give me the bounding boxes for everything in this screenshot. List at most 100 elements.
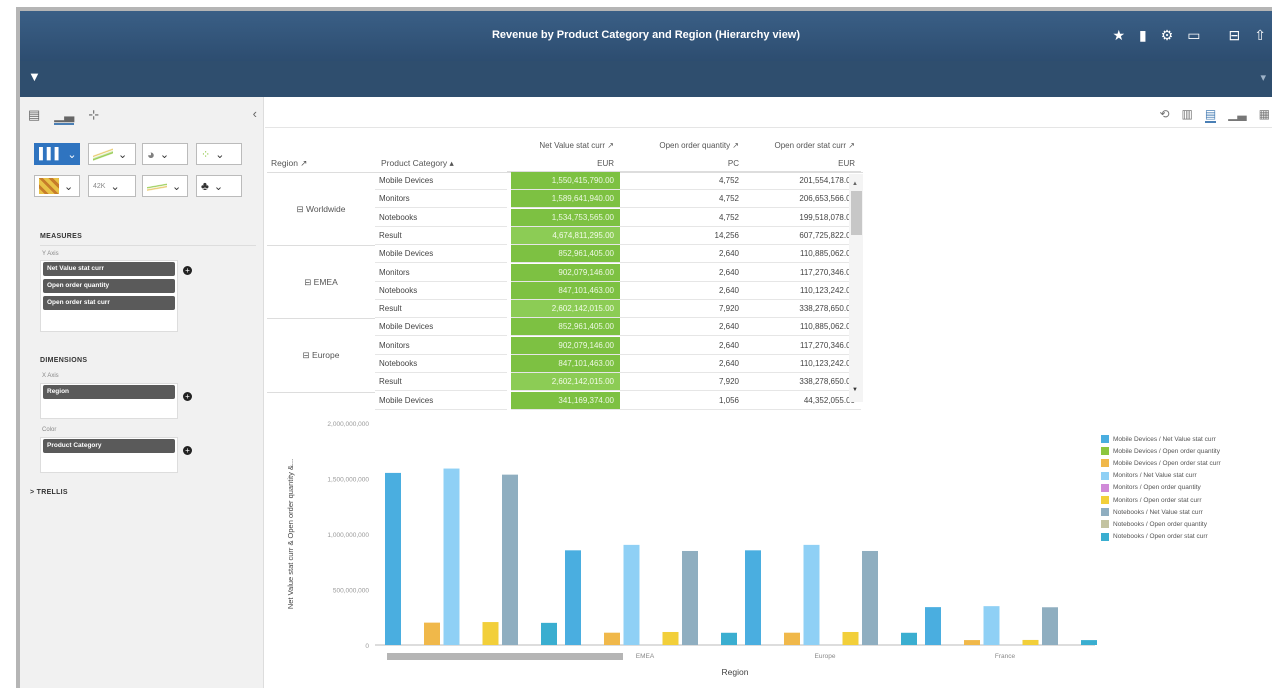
chart-scrollbar[interactable] — [387, 653, 623, 660]
grid-view-icon[interactable]: ▦ — [1259, 107, 1270, 123]
measures-drop-zone[interactable]: Net Value stat curr Open order quantity … — [40, 260, 178, 332]
category-cell: Result — [375, 300, 507, 319]
chart-type-tree-button[interactable]: ♣ ⌄ — [196, 175, 242, 197]
scroll-up-icon[interactable]: ▲ — [852, 181, 860, 187]
measures-section-title: MEASURES — [40, 233, 83, 240]
chart-view-icon[interactable]: ▁▃ — [1228, 107, 1246, 123]
chart-icon[interactable]: ▁▃ — [54, 107, 75, 125]
dimensions-drop-zone[interactable]: Region — [40, 383, 178, 419]
measure-pill[interactable]: Open order stat curr — [43, 296, 175, 310]
legend-label: Notebooks / Open order quantity — [1113, 520, 1207, 528]
open-order-cell: 338,278,650.00 — [745, 300, 861, 319]
color-drop-zone[interactable]: Product Category — [40, 437, 178, 473]
region-cell[interactable]: ⊟ EMEA — [267, 245, 375, 318]
bookmark-icon[interactable]: ▮ — [1139, 27, 1147, 44]
crosstab-table: Net Value stat curr ↗ Open order quantity… — [267, 129, 863, 410]
chart-type-area-button[interactable]: ⌄ — [142, 175, 188, 197]
settings-icon[interactable]: ⊹ — [88, 107, 99, 125]
bar — [721, 632, 737, 645]
filter-small-icon[interactable]: ▾ — [1260, 71, 1266, 84]
add-color-icon[interactable]: + — [183, 446, 192, 455]
category-cell: Mobile Devices — [375, 172, 507, 190]
bar — [925, 607, 941, 645]
sheet-icon[interactable]: ⊟ — [1229, 27, 1241, 44]
quantity-cell: 14,256 — [620, 227, 745, 245]
row-header-region[interactable]: Region ↗ — [267, 155, 367, 172]
legend-item[interactable]: Mobile Devices / Open order quantity — [1101, 445, 1272, 457]
window-icon[interactable]: ▭ — [1187, 27, 1200, 44]
legend-item[interactable]: Monitors / Open order quantity — [1101, 482, 1272, 494]
star-icon[interactable]: ★ — [1112, 27, 1125, 44]
legend-item[interactable]: Notebooks / Open order stat curr — [1101, 531, 1272, 543]
columns-icon[interactable]: ▥ — [1182, 107, 1193, 123]
refresh-icon[interactable]: ⟲ — [1159, 107, 1169, 123]
bar-chart-icon: ▌▌▌ — [39, 148, 63, 160]
share-icon[interactable]: ⇧ — [1254, 27, 1266, 44]
quantity-cell: 7,920 — [620, 373, 745, 392]
table-chart-view-icon[interactable]: ▤ — [1204, 107, 1217, 123]
legend-item[interactable]: Mobile Devices / Open order stat curr — [1101, 457, 1272, 469]
chart-type-pie-button[interactable]: ◕ ⌄ — [142, 143, 188, 165]
net-value-cell: 852,961,405.00 — [511, 318, 620, 337]
legend-item[interactable]: Notebooks / Open order quantity — [1101, 518, 1272, 530]
legend-label: Monitors / Net Value stat curr — [1113, 472, 1197, 480]
table-icon[interactable]: ▤ — [28, 107, 40, 125]
add-dimension-icon[interactable]: + — [183, 392, 192, 401]
chart-legend: Mobile Devices / Net Value stat curr Mobi… — [1101, 433, 1272, 543]
bar — [842, 631, 859, 645]
left-panel-tabs: ▤ ▁▃ ⊹ — [28, 107, 99, 125]
legend-item[interactable]: Mobile Devices / Net Value stat curr — [1101, 433, 1272, 445]
legend-swatch — [1101, 447, 1109, 456]
y-tick-label: 500,000,000 — [333, 588, 370, 595]
measure-pill[interactable]: Open order quantity — [43, 279, 175, 293]
chart-type-scatter-button[interactable]: ⁘ ⌄ — [196, 143, 242, 165]
left-panel: ▤ ▁▃ ⊹ ‹ ▌▌▌ ⌄ ⌄ ◕ ⌄ ⁘ ⌄ ⌄ 42K ⌄ ⌄ ♣ ⌄ MEASUR — [20, 97, 264, 688]
quantity-cell: 2,640 — [620, 282, 745, 300]
bar — [1022, 639, 1039, 645]
legend-label: Mobile Devices / Net Value stat curr — [1113, 435, 1216, 443]
net-value-cell: 852,961,405.00 — [511, 245, 620, 264]
color-pill[interactable]: Product Category — [43, 439, 175, 453]
net-value-cell: 847,101,463.00 — [511, 355, 620, 373]
measure-pill[interactable]: Net Value stat curr — [43, 262, 175, 276]
legend-label: Monitors / Open order quantity — [1113, 484, 1201, 492]
quantity-cell: 2,640 — [620, 264, 745, 282]
column-header[interactable]: Open order stat curr ↗ — [745, 137, 861, 155]
chart-type-heatmap-button[interactable]: ⌄ — [34, 175, 80, 197]
bar — [682, 550, 698, 645]
bar — [623, 544, 640, 645]
net-value-cell: 2,602,142,015.00 — [511, 300, 620, 319]
scroll-down-icon[interactable]: ▼ — [852, 387, 860, 393]
filter-icon[interactable]: ▼ — [28, 69, 41, 84]
add-measure-icon[interactable]: + — [183, 266, 192, 275]
pie-chart-icon: ◕ — [147, 146, 155, 162]
region-cell[interactable]: ⊟ Worldwide — [267, 172, 375, 245]
row-header-category[interactable]: Product Category ▴ — [377, 155, 507, 172]
bar — [482, 622, 499, 645]
legend-item[interactable]: Notebooks / Net Value stat curr — [1101, 506, 1272, 518]
bar — [862, 550, 878, 645]
trellis-section-title[interactable]: > TRELLIS — [30, 489, 68, 496]
category-cell: Mobile Devices — [375, 318, 507, 337]
collapse-panel-icon[interactable]: ‹ — [253, 106, 257, 121]
column-header[interactable]: Net Value stat curr ↗ — [507, 137, 620, 155]
chart-type-line-button[interactable]: ⌄ — [88, 143, 136, 165]
chart-type-numeric-button[interactable]: 42K ⌄ — [88, 175, 136, 197]
legend-swatch — [1101, 496, 1109, 505]
region-cell[interactable]: ⊟ Europe — [267, 318, 375, 391]
legend-label: Notebooks / Net Value stat curr — [1113, 508, 1203, 516]
scrollbar-thumb[interactable] — [851, 191, 862, 235]
legend-item[interactable]: Monitors / Net Value stat curr — [1101, 470, 1272, 482]
legend-swatch — [1101, 508, 1109, 517]
category-cell: Notebooks — [375, 282, 507, 300]
gear-icon[interactable]: ⚙ — [1161, 27, 1174, 44]
legend-item[interactable]: Monitors / Open order stat curr — [1101, 494, 1272, 506]
column-header[interactable]: Open order quantity ↗ — [620, 137, 745, 155]
net-value-cell: 847,101,463.00 — [511, 281, 620, 300]
bar — [983, 606, 1000, 645]
dimension-pill[interactable]: Region — [43, 385, 175, 399]
quantity-cell: 7,920 — [620, 300, 745, 319]
quantity-cell: 2,640 — [620, 245, 745, 264]
chevron-down-icon: ⌄ — [215, 148, 225, 161]
chart-type-bar-button[interactable]: ▌▌▌ ⌄ — [34, 143, 80, 165]
